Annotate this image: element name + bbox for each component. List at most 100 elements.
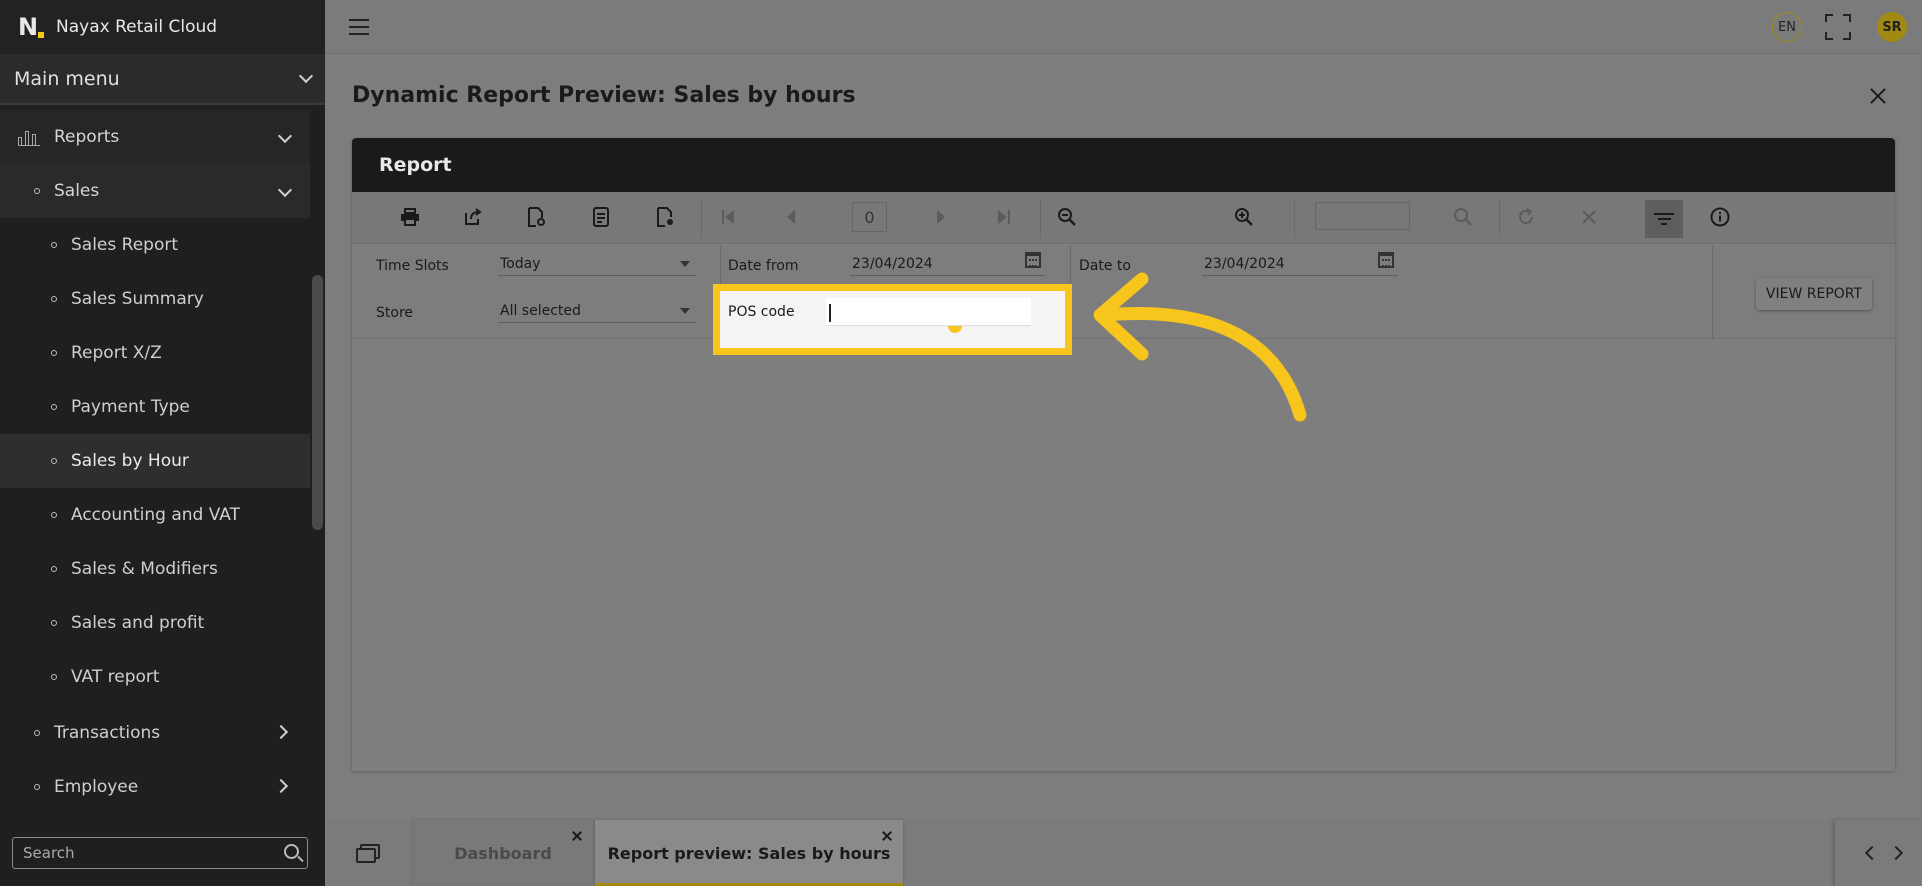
- time-slots-dropdown[interactable]: Today: [498, 252, 696, 276]
- export-icon[interactable]: [460, 204, 486, 230]
- tab-dashboard[interactable]: Dashboard: [413, 820, 593, 886]
- sidebar-item-reports[interactable]: Reports: [0, 110, 310, 164]
- text-cursor: [829, 304, 831, 322]
- cancel-icon[interactable]: [1576, 204, 1602, 230]
- bullet-icon: [51, 566, 57, 572]
- app-title: Nayax Retail Cloud: [56, 17, 218, 37]
- close-icon[interactable]: [1868, 86, 1888, 106]
- sidebar-item-employee[interactable]: Employee: [0, 760, 310, 814]
- sidebar-item-sales-by-hour[interactable]: Sales by Hour: [0, 434, 310, 488]
- bullet-icon: [51, 350, 57, 356]
- page-number-input[interactable]: 0: [852, 202, 887, 232]
- sidebar-item-payment-type[interactable]: Payment Type: [0, 380, 310, 434]
- report-header: Report: [352, 138, 1895, 192]
- sidebar-item-vat-report[interactable]: VAT report: [0, 650, 310, 704]
- date-from-label: Date from: [728, 258, 799, 274]
- tab-report-preview[interactable]: Report preview: Sales by hours: [595, 820, 903, 886]
- export-to-file-icon[interactable]: [523, 204, 549, 230]
- tab-label: Dashboard: [454, 843, 552, 863]
- sidebar-item-report-xz[interactable]: Report X/Z: [0, 326, 310, 380]
- close-icon[interactable]: [881, 830, 893, 842]
- search-input[interactable]: [23, 844, 273, 862]
- info-icon[interactable]: [1707, 204, 1733, 230]
- document-icon[interactable]: [588, 204, 614, 230]
- date-from-value: 23/04/2024: [852, 256, 933, 272]
- pos-code-field-highlight: POS code: [713, 284, 1072, 355]
- sidebar-item-sales-summary[interactable]: Sales Summary: [0, 272, 310, 326]
- previous-page-icon[interactable]: [778, 204, 804, 230]
- last-page-icon[interactable]: [991, 204, 1017, 230]
- calendar-icon[interactable]: [1025, 252, 1041, 268]
- fullscreen-icon[interactable]: [1825, 14, 1851, 40]
- sidebar-item-label: Report X/Z: [71, 343, 162, 363]
- sidebar-item-sales[interactable]: Sales: [0, 164, 310, 218]
- bullet-icon: [51, 674, 57, 680]
- windows-icon[interactable]: [356, 844, 380, 863]
- sidebar-scrollbar[interactable]: [312, 275, 323, 530]
- chevron-down-icon: [298, 68, 314, 84]
- sidebar-item-sales-profit[interactable]: Sales and profit: [0, 596, 310, 650]
- date-from-input[interactable]: 23/04/2024: [850, 252, 1045, 276]
- brand-header: N Nayax Retail Cloud: [0, 0, 325, 54]
- filter-icon[interactable]: [1645, 200, 1683, 238]
- bullet-icon: [34, 784, 40, 790]
- time-slots-label: Time Slots: [376, 258, 449, 274]
- bullet-icon: [51, 242, 57, 248]
- calendar-icon[interactable]: [1378, 252, 1394, 268]
- find-text-input[interactable]: [1315, 202, 1410, 230]
- param-divider: [1712, 245, 1713, 339]
- dropdown-arrow-icon: [680, 308, 690, 314]
- sidebar-item-label: Sales Report: [71, 235, 179, 255]
- language-selector[interactable]: EN: [1772, 12, 1802, 42]
- search-icon[interactable]: [1450, 204, 1476, 230]
- chevron-down-icon: [277, 182, 293, 198]
- toolbar-divider: [1040, 200, 1041, 238]
- store-dropdown[interactable]: All selected: [498, 299, 696, 323]
- main-menu-toggle[interactable]: Main menu: [0, 54, 325, 105]
- sidebar-item-label: Sales: [54, 181, 100, 201]
- sidebar-item-label: VAT report: [71, 667, 160, 687]
- refresh-icon[interactable]: [1513, 204, 1539, 230]
- sidebar-item-transactions[interactable]: Transactions: [0, 706, 310, 760]
- chevron-down-icon: [277, 128, 293, 144]
- top-bar: EN SR: [325, 0, 1922, 54]
- bullet-icon: [51, 296, 57, 302]
- store-label: Store: [376, 305, 414, 321]
- report-toolbar: 0: [352, 192, 1895, 244]
- print-icon[interactable]: [397, 204, 423, 230]
- chevron-right-icon: [273, 724, 289, 740]
- sidebar-search: [12, 837, 308, 869]
- zoom-out-icon[interactable]: [1054, 204, 1080, 230]
- zoom-in-icon[interactable]: [1231, 204, 1257, 230]
- view-report-button[interactable]: VIEW REPORT: [1756, 278, 1872, 310]
- sidebar-item-sales-modifiers[interactable]: Sales & Modifiers: [0, 542, 310, 596]
- pos-code-label: POS code: [728, 304, 795, 320]
- store-value: All selected: [500, 303, 581, 319]
- report-panel: Report 0 Time Slots Today Store All sele…: [352, 138, 1895, 771]
- sidebar-item-label: Sales and profit: [71, 613, 205, 633]
- tab-label: Report preview: Sales by hours: [607, 843, 891, 863]
- main-menu-label: Main menu: [14, 67, 120, 90]
- sidebar-item-label: Sales Summary: [71, 289, 204, 309]
- sidebar-item-accounting-vat[interactable]: Accounting and VAT: [0, 488, 310, 542]
- chevron-right-icon[interactable]: [1888, 845, 1904, 861]
- chevron-right-icon: [273, 778, 289, 794]
- first-page-icon[interactable]: [715, 204, 741, 230]
- sidebar-item-sales-report[interactable]: Sales Report: [0, 218, 310, 272]
- next-page-icon[interactable]: [928, 204, 954, 230]
- annotation-arrow-icon: [1093, 272, 1307, 422]
- sidebar-item-label: Accounting and VAT: [71, 505, 240, 525]
- document-settings-icon[interactable]: [652, 204, 678, 230]
- toolbar-divider: [1499, 200, 1500, 238]
- bullet-icon: [34, 730, 40, 736]
- bottom-tab-bar: Dashboard Report preview: Sales by hours: [325, 820, 1922, 886]
- hamburger-menu-icon[interactable]: [349, 19, 369, 40]
- avatar[interactable]: SR: [1877, 12, 1907, 42]
- chevron-left-icon[interactable]: [1864, 845, 1880, 861]
- bar-chart-icon: [18, 128, 40, 146]
- click-indicator: [948, 326, 962, 333]
- pos-code-input[interactable]: [826, 298, 1031, 326]
- search-icon[interactable]: [284, 844, 299, 859]
- close-icon[interactable]: [571, 830, 583, 842]
- bullet-icon: [51, 404, 57, 410]
